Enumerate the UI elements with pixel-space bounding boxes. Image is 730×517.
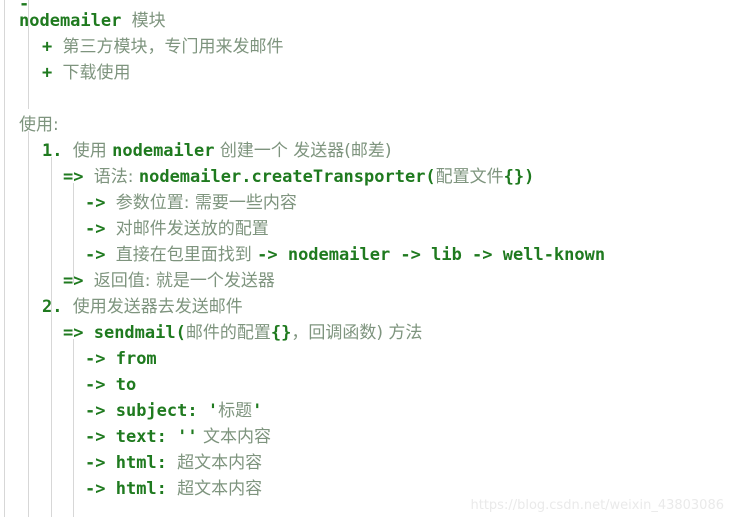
code-note-canvas: - nodemailer 模块 + 第三方模块，专门用来发邮件 + 下载使用 使用: 1… [0,0,730,517]
note-line-segment: html: [115,453,178,473]
note-line-segment: subject: ' [115,401,219,421]
note-line-segment: => [63,323,94,343]
note-line-segment: {} [270,323,292,343]
note-line-segment: 使用发送器去发送邮件 [72,297,243,317]
note-line-segment: -> [85,401,116,421]
note-line-segment [121,11,131,31]
note-line-segment: 1. [42,141,73,161]
note-line-segment: 文本内容 [197,427,272,447]
note-line-segment: text: '' [115,427,198,447]
note-line-segment: -> nodemailer -> lib -> well-known [257,245,606,265]
note-line: -> html: 超文本内容 [85,476,262,502]
note-line-segment: 使用: [19,115,59,135]
note-line-segment: 参数位置: 需要一些内容 [115,193,297,213]
note-line: -> 直接在包里面找到 -> nodemailer -> lib -> well… [85,242,605,268]
note-line-segment: -> [85,245,116,265]
note-line-segment: ，回调函数) 方法 [291,323,423,343]
note-line-segment: 超文本内容 [177,453,263,473]
note-line-segment: 第三方模块，专门用来发邮件 [62,37,284,57]
note-line-segment: 返回值: 就是一个发送器 [93,271,275,291]
note-line: -> to [85,372,136,398]
indent-guide [73,339,74,517]
note-line-segment: + [42,37,63,57]
note-line-segment: ' [252,401,263,421]
note-line: nodemailer 模块 [19,8,166,34]
note-line-segment: 模块 [131,11,166,31]
note-line-segment: nodemailer [19,11,122,31]
note-line: => 语法: nodemailer.createTransporter(配置文件… [63,164,534,190]
note-line: 使用: [19,112,59,138]
note-line-segment: nodemailer [112,141,215,161]
note-line-segment: => [63,167,94,187]
indent-guide [4,0,5,517]
note-line: + 下载使用 [42,60,130,86]
note-line-segment: 标题 [218,401,253,421]
note-line-segment: sendmail( [93,323,186,343]
note-line-segment: -> [85,479,116,499]
note-line-segment: -> [85,427,116,447]
indent-guide [51,157,52,517]
note-line-segment: => [63,271,94,291]
note-line-segment: {}) [503,167,535,187]
indent-guide [28,131,29,517]
note-line-segment: 语法: [93,167,139,187]
note-line-segment: + [42,63,63,83]
note-line-segment: 超文本内容 [177,479,263,499]
note-line: -> text: '' 文本内容 [85,424,271,450]
note-line: 1. 使用 nodemailer 创建一个 发送器(邮差) [42,138,392,164]
note-line-segment: from [115,349,157,369]
note-line-segment: 使用 [72,141,113,161]
note-line: => 返回值: 就是一个发送器 [63,268,275,294]
note-line-segment: 创建一个 发送器(邮差) [214,141,392,161]
note-line-segment: html: [115,479,178,499]
note-line: => sendmail(邮件的配置{}，回调函数) 方法 [63,320,422,346]
note-line-segment: -> [85,349,116,369]
note-line-segment: -> [85,193,116,213]
note-line-segment: 配置文件 [435,167,504,187]
note-line-segment: nodemailer.createTransporter( [138,167,436,187]
note-line-segment: 下载使用 [62,63,131,83]
note-line: -> from [85,346,157,372]
note-line: 2. 使用发送器去发送邮件 [42,294,243,320]
note-line-segment: to [115,375,137,395]
note-line-segment: -> [85,453,116,473]
csdn-watermark: https://blog.csdn.net/weixin_43803086 [470,498,724,513]
note-line: -> html: 超文本内容 [85,450,262,476]
note-line-segment: 对邮件发送放的配置 [115,219,269,239]
note-line-segment: 邮件的配置 [185,323,271,343]
note-line-segment: -> [85,375,116,395]
note-line-segment: -> [85,219,116,239]
note-line: + 第三方模块，专门用来发邮件 [42,34,283,60]
note-line: -> 对邮件发送放的配置 [85,216,269,242]
note-line-segment: 2. [42,297,73,317]
note-line-segment: 直接在包里面找到 [115,245,258,265]
note-line: -> subject: '标题' [85,398,262,424]
note-line: -> 参数位置: 需要一些内容 [85,190,297,216]
